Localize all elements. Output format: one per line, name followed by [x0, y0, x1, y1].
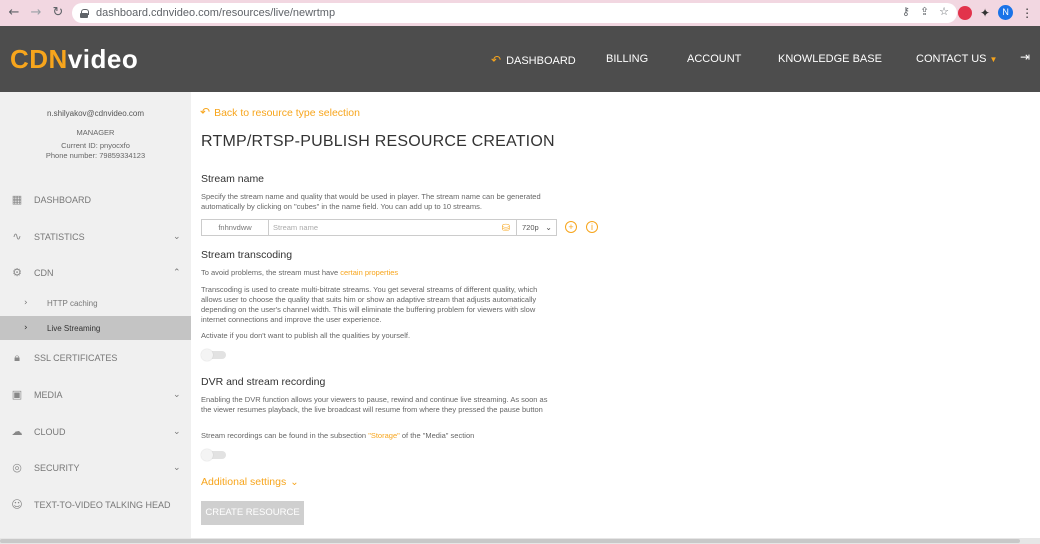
- chevron-down-icon: ⌄: [173, 390, 181, 400]
- chevron-down-icon: ⌄: [173, 463, 181, 473]
- page-title: RTMP/RTSP-PUBLISH RESOURCE CREATION: [201, 133, 555, 150]
- transcoding-activate-note: Activate if you don't want to publish al…: [201, 331, 411, 340]
- top-navigation: ↶ DASHBOARD BILLING ACCOUNT KNOWLEDGE BAS…: [0, 53, 1040, 67]
- fingerprint-icon: ◎: [12, 461, 22, 474]
- cloud-icon: ☁: [11, 425, 23, 438]
- sidebar-item-dashboard[interactable]: ▦ DASHBOARD: [0, 190, 191, 210]
- extension-icon[interactable]: [958, 5, 972, 20]
- transcoding-requirements: To avoid problems, the stream must have …: [201, 268, 399, 277]
- transcoding-toggle[interactable]: [201, 349, 226, 361]
- user-email: n.shilyakov@cdnvideo.com: [46, 109, 145, 118]
- site-header: CDN video ↶ DASHBOARD BILLING ACCOUNT KNOW…: [0, 26, 1040, 92]
- nav-knowledge-base[interactable]: KNOWLEDGE BASE: [778, 53, 882, 65]
- browser-toolbar: ← → ↻ dashboard.cdnvideo.com/resources/l…: [0, 0, 1040, 26]
- chevron-up-icon: ⌃: [173, 268, 181, 278]
- certain-properties-link[interactable]: certain properties: [340, 268, 398, 277]
- add-stream-icon[interactable]: +: [565, 221, 577, 233]
- main-content: ↶ Back to resource type selection RTMP/RT…: [191, 92, 1040, 538]
- lock-icon: [80, 8, 89, 18]
- lock-icon: 🔒︎: [14, 351, 20, 364]
- transcoding-description: Transcoding is used to create multi-bitr…: [201, 285, 538, 324]
- sidebar-item-text-to-video[interactable]: ☺ TEXT-TO-VIDEO TALKING HEAD: [0, 495, 191, 515]
- dvr-description: Enabling the DVR function allows your vi…: [201, 395, 548, 414]
- user-current-id: Current ID: pnyocxfo: [61, 141, 130, 150]
- dvr-heading: DVR and stream recording: [201, 376, 326, 388]
- dashboard-icon: ▦: [11, 193, 23, 206]
- back-to-resource-type-link[interactable]: ↶ Back to resource type selection: [200, 105, 360, 119]
- share-icon[interactable]: ⇪: [920, 5, 929, 18]
- nav-billing[interactable]: BILLING: [606, 53, 648, 65]
- address-bar[interactable]: dashboard.cdnvideo.com/resources/live/ne…: [72, 3, 957, 23]
- puzzle-icon[interactable]: ✦: [980, 6, 990, 20]
- talking-head-icon: ☺: [11, 498, 23, 511]
- nav-dashboard[interactable]: ↶ DASHBOARD: [491, 53, 576, 67]
- chevron-down-icon: ⌄: [173, 427, 181, 437]
- quality-value: 720p: [522, 223, 539, 232]
- chevron-right-icon: ›: [24, 298, 28, 308]
- sidebar-item-ssl-certificates[interactable]: 🔒︎ SSL CERTIFICATES: [0, 348, 191, 368]
- star-icon[interactable]: ☆: [939, 5, 949, 18]
- stream-id-field[interactable]: fnhnvdww: [201, 219, 269, 236]
- stream-name-description: Specify the stream name and quality that…: [201, 192, 541, 211]
- url-text: dashboard.cdnvideo.com/resources/live/ne…: [96, 7, 336, 19]
- additional-settings-toggle[interactable]: Additional settings ⌄: [201, 476, 299, 488]
- user-info: n.shilyakov@cdnvideo.com MANAGER Current…: [0, 92, 191, 172]
- sidebar-item-security[interactable]: ◎ SECURITY ⌄: [0, 458, 191, 478]
- chevron-down-icon: ⌄: [545, 223, 552, 232]
- stream-name-placeholder: Stream name: [273, 223, 319, 232]
- storage-link[interactable]: "Storage": [368, 431, 400, 440]
- back-curved-arrow-icon: ↶: [200, 105, 211, 119]
- statistics-icon: ∿: [12, 230, 22, 243]
- nav-contact-us[interactable]: CONTACT US ▼: [916, 53, 997, 65]
- menu-dots-icon[interactable]: ⋮: [1021, 6, 1033, 20]
- profile-avatar[interactable]: N: [998, 5, 1014, 20]
- create-resource-button[interactable]: CREATE RESOURCE: [201, 501, 304, 525]
- reload-icon[interactable]: ↻: [50, 5, 66, 21]
- sidebar-subitem-http-caching[interactable]: › HTTP caching: [0, 291, 191, 315]
- sidebar-item-cdn[interactable]: ⚙ CDN ⌃: [0, 263, 191, 283]
- media-icon: ▣: [11, 388, 23, 401]
- dvr-storage-note: Stream recordings can be found in the su…: [201, 431, 475, 440]
- quality-select[interactable]: 720p ⌄: [517, 219, 557, 236]
- chevron-down-icon: ⌄: [290, 477, 299, 488]
- cubes-icon[interactable]: ⛁: [502, 221, 510, 236]
- chevron-right-icon: ›: [24, 323, 28, 333]
- stream-name-heading: Stream name: [201, 173, 265, 185]
- sidebar: n.shilyakov@cdnvideo.com MANAGER Current…: [0, 92, 191, 544]
- chevron-down-icon: ⌄: [173, 232, 181, 242]
- stream-name-input[interactable]: Stream name ⛁: [269, 219, 517, 236]
- gear-icon: ⚙: [12, 266, 22, 279]
- forward-arrow-icon[interactable]: →: [28, 5, 44, 21]
- sidebar-subitem-live-streaming[interactable]: › Live Streaming: [0, 316, 191, 340]
- user-phone: Phone number: 79859334123: [45, 151, 146, 160]
- scrollbar-thumb[interactable]: [0, 539, 1020, 543]
- back-arrow-icon[interactable]: ←: [6, 5, 22, 21]
- logout-icon[interactable]: ⇥: [1020, 50, 1034, 64]
- sidebar-item-media[interactable]: ▣ MEDIA ⌄: [0, 385, 191, 405]
- caret-down-icon: ▼: [989, 55, 998, 64]
- nav-account[interactable]: ACCOUNT: [687, 53, 741, 65]
- key-icon[interactable]: ⚷: [902, 5, 910, 18]
- sidebar-item-cloud[interactable]: ☁ CLOUD ⌄: [0, 422, 191, 442]
- info-icon[interactable]: i: [586, 221, 598, 233]
- sidebar-item-statistics[interactable]: ∿ STATISTICS ⌄: [0, 227, 191, 247]
- user-role: MANAGER: [76, 128, 115, 137]
- dvr-toggle[interactable]: [201, 449, 226, 461]
- transcoding-heading: Stream transcoding: [201, 249, 293, 261]
- back-curved-arrow-icon: ↶: [491, 53, 502, 67]
- stream-row: fnhnvdww Stream name ⛁ 720p ⌄: [201, 219, 557, 236]
